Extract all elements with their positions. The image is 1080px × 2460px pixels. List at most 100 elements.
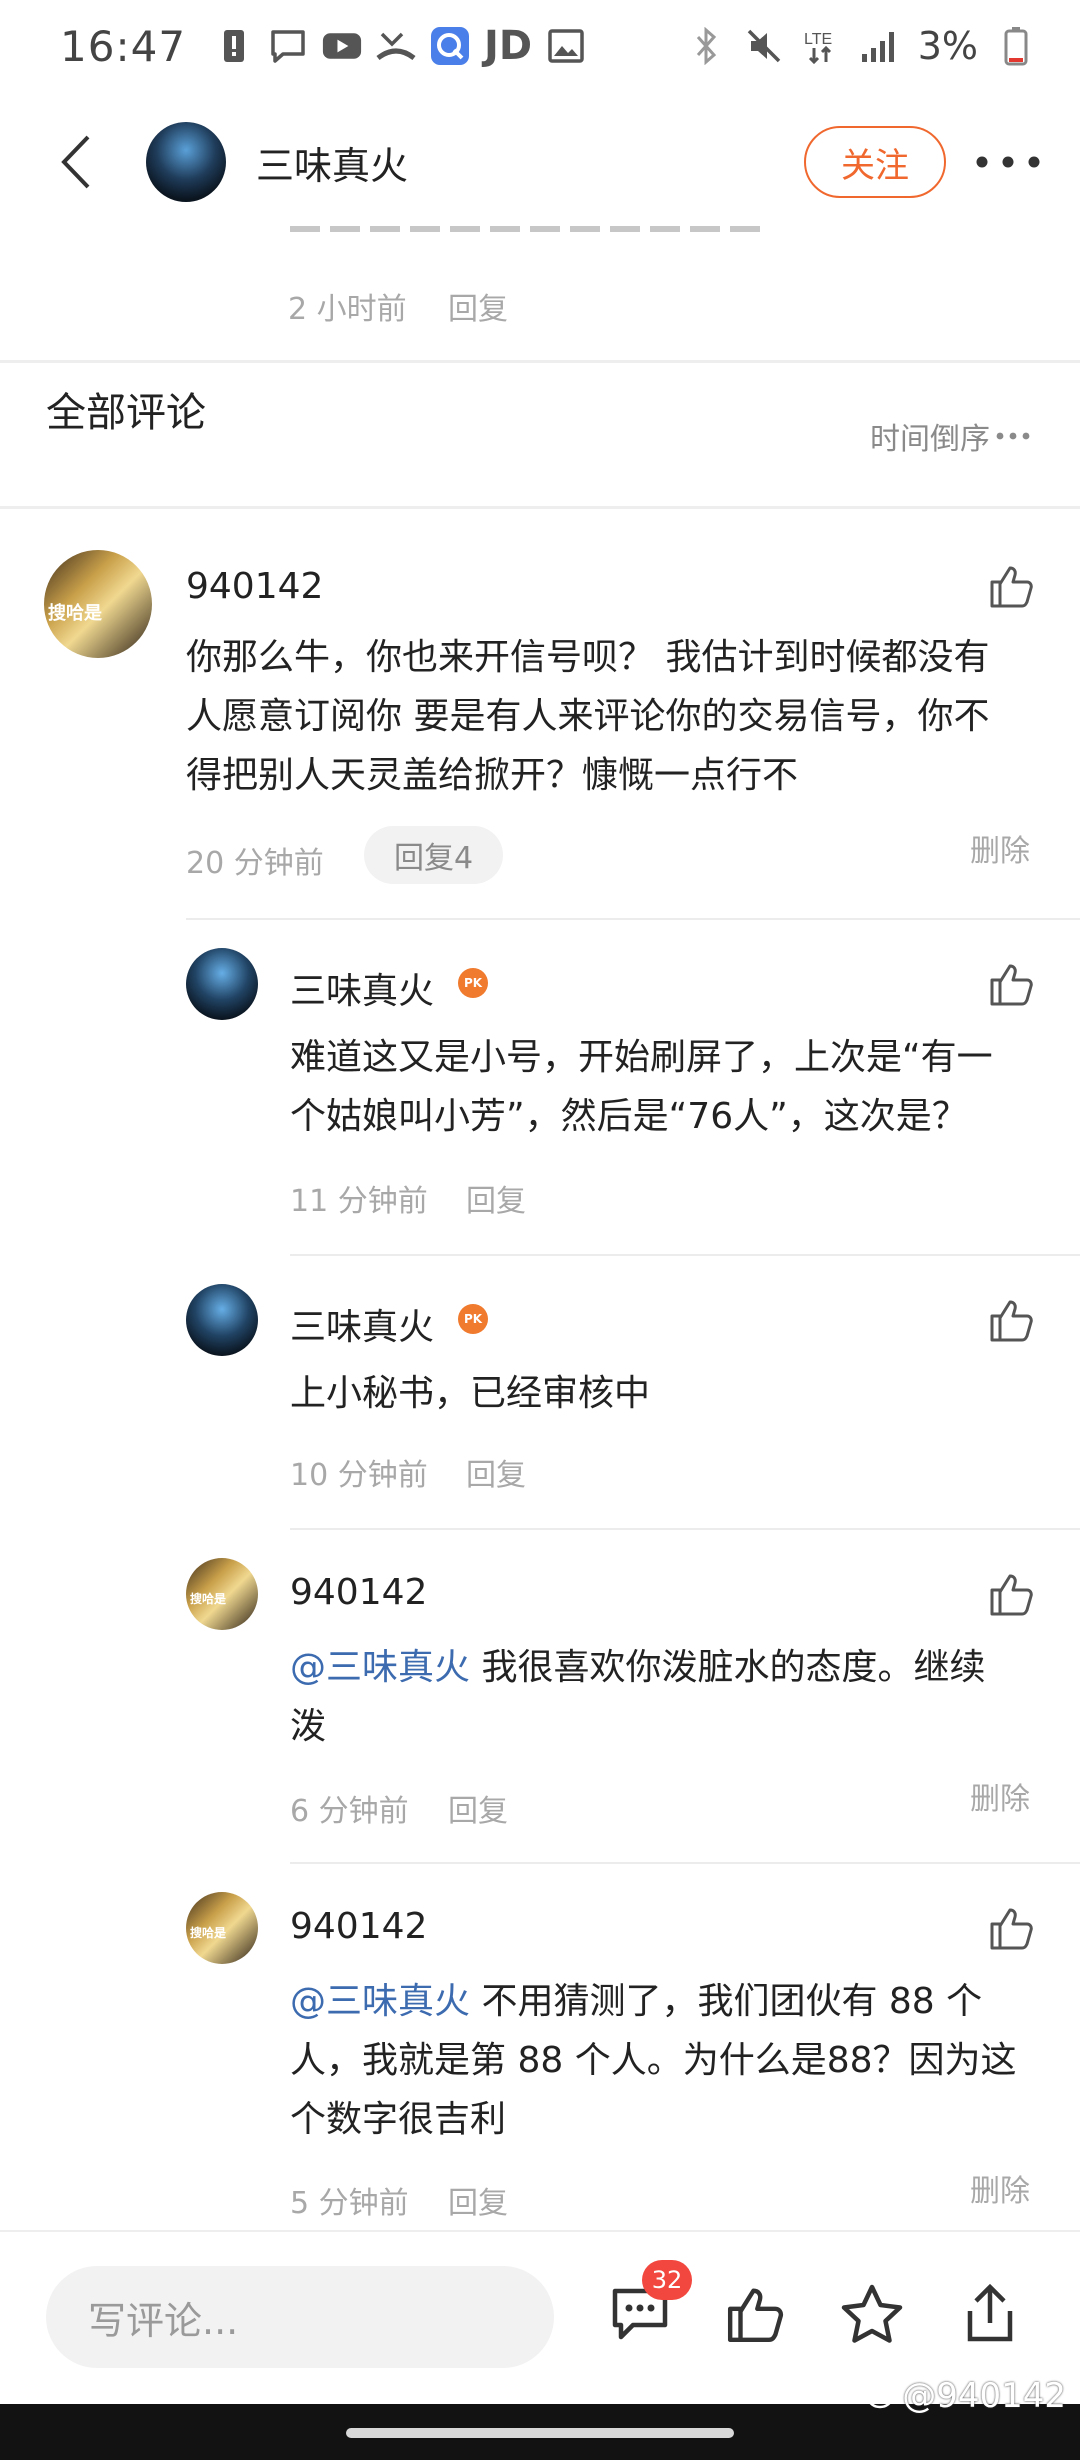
sort-label: 时间倒序	[870, 422, 990, 457]
comment-time: 11 分钟前	[290, 1184, 428, 1219]
app-q-icon	[430, 26, 470, 66]
top-header: 三味真火 关注	[0, 92, 1080, 232]
more-button[interactable]	[968, 126, 1048, 198]
comment-text-line: 泼	[290, 1706, 327, 1747]
comment-text-line: 难道这又是小号，开始刷屏了，上次是“有一	[290, 1037, 993, 1078]
favorite-button[interactable]	[838, 2280, 906, 2348]
mention-link[interactable]: @三味真火	[290, 1647, 470, 1688]
sort-toggle[interactable]: 时间倒序	[870, 414, 1030, 458]
bluetooth-icon	[686, 26, 726, 66]
divider	[290, 1862, 1080, 1864]
comment-username[interactable]: 940142	[290, 1906, 427, 1947]
like-icon[interactable]	[988, 1296, 1036, 1344]
divider	[186, 918, 1080, 920]
prev-comment-reply[interactable]: 回复	[448, 284, 508, 328]
battery-icon	[996, 26, 1036, 66]
pk-badge-icon: PK	[458, 968, 488, 998]
clock: 16:47	[60, 21, 187, 71]
comment-text: @三味真火 不用猜测了，我们团伙有 88 个 人，我就是第 88 个人。为什么是…	[290, 1972, 1017, 2149]
comment-username[interactable]: 三味真火	[290, 962, 434, 1014]
watermark: @940142	[866, 2376, 1066, 2416]
divider	[290, 1528, 1080, 1530]
follow-button[interactable]: 关注	[804, 126, 946, 198]
reply-button[interactable]: 回复	[448, 2178, 508, 2222]
weibo-logo-icon	[867, 2389, 893, 2409]
avatar[interactable]: 搜哈是	[44, 550, 152, 658]
avatar[interactable]	[186, 948, 258, 1020]
comment-text: @三味真火 我很喜欢你泼脏水的态度。继续 泼	[290, 1638, 985, 1756]
youtube-icon	[322, 26, 362, 66]
comment-time: 20 分钟前	[186, 846, 324, 881]
missed-call-icon	[376, 26, 416, 66]
clipped-previous-text	[290, 226, 770, 244]
reply-button[interactable]: 回复	[466, 1450, 526, 1494]
avatar-caption: 搜哈是	[48, 602, 102, 624]
like-icon[interactable]	[988, 960, 1036, 1008]
delete-button[interactable]: 删除	[970, 1774, 1030, 1818]
like-icon[interactable]	[988, 562, 1036, 610]
avatar-caption: 搜哈是	[190, 1926, 227, 1941]
avatar[interactable]: 搜哈是	[186, 1558, 258, 1630]
thumbs-up-icon	[727, 2288, 784, 2343]
avatar[interactable]: 搜哈是	[186, 1892, 258, 1964]
comment-text-line: 人，我就是第 88 个人。为什么是88？因为这	[290, 2040, 1017, 2081]
comment-text-line: 得把别人天灵盖给掀开？慷慨一点行不	[186, 755, 799, 796]
back-button[interactable]	[36, 122, 116, 202]
divider	[290, 1254, 1080, 1256]
comment-text-line: 不用猜测了，我们团伙有 88 个	[470, 1981, 983, 2022]
message-icon	[268, 26, 308, 66]
star-icon	[841, 2284, 903, 2343]
delete-button[interactable]: 删除	[970, 826, 1030, 870]
pk-badge-icon: PK	[458, 1304, 488, 1334]
comment-username[interactable]: 三味真火	[290, 1298, 434, 1350]
comment-text: 上小秘书，已经审核中	[290, 1364, 650, 1423]
status-bar: 16:47 JD LTE 3%	[0, 0, 1080, 92]
like-icon[interactable]	[988, 1570, 1036, 1618]
home-indicator[interactable]	[346, 2428, 734, 2438]
like-post-button[interactable]	[722, 2280, 790, 2348]
comment-text-line: 个数字很吉利	[290, 2099, 507, 2140]
comment-count-badge: 32	[642, 2260, 692, 2300]
comment-time: 6 分钟前	[290, 1794, 409, 1829]
svg-text:LTE: LTE	[804, 31, 832, 48]
section-title: 全部评论	[46, 390, 206, 436]
divider	[0, 360, 1080, 363]
mute-icon	[744, 26, 784, 66]
comment-text-line: 人愿意订阅你 要是有人来评论你的交易信号，你不	[186, 696, 990, 737]
avatar[interactable]	[186, 1284, 258, 1356]
comment-username[interactable]: 940142	[290, 1572, 427, 1613]
comment-text: 你那么牛，你也来开信号呗？ 我估计到时候都没有 人愿意订阅你 要是有人来评论你的…	[186, 628, 989, 805]
comment-text-line: 个姑娘叫小芳”，然后是“76人”，这次是？	[290, 1096, 968, 1137]
sort-more-icon	[996, 432, 1030, 440]
more-dots-icon	[976, 156, 1040, 168]
avatar-caption: 搜哈是	[190, 1592, 227, 1607]
mention-link[interactable]: @三味真火	[290, 1981, 470, 2022]
comment-time: 5 分钟前	[290, 2186, 409, 2221]
alert-icon	[214, 26, 254, 66]
jd-icon: JD	[484, 23, 533, 69]
comment-text-line: 上小秘书，已经审核中	[290, 1373, 651, 1414]
battery-percent: 3%	[917, 24, 978, 68]
lte-icon: LTE	[802, 26, 842, 66]
back-arrow-icon	[61, 135, 90, 189]
reply-button[interactable]: 回复	[466, 1176, 526, 1220]
comment-text: 难道这又是小号，开始刷屏了，上次是“有一 个姑娘叫小芳”，然后是“76人”，这次…	[290, 1028, 993, 1146]
watermark-text: @940142	[902, 2376, 1066, 2416]
comment-text-line: 你那么牛，你也来开信号呗？ 我估计到时候都没有	[186, 637, 990, 678]
reply-count-button[interactable]: 回复4	[364, 826, 504, 884]
reply-button[interactable]: 回复	[448, 1786, 508, 1830]
author-name[interactable]: 三味真火	[256, 135, 408, 190]
like-icon[interactable]	[988, 1904, 1036, 1952]
comment-input[interactable]: 写评论...	[46, 2266, 554, 2368]
share-icon	[967, 2283, 1013, 2342]
share-button[interactable]	[956, 2280, 1024, 2348]
prev-comment-time: 2 小时前	[288, 292, 407, 327]
image-icon	[546, 26, 586, 66]
author-avatar[interactable]	[146, 122, 226, 202]
delete-button[interactable]: 删除	[970, 2166, 1030, 2210]
comments-button[interactable]: 32	[606, 2260, 692, 2348]
comment-username[interactable]: 940142	[186, 566, 323, 607]
comment-time: 10 分钟前	[290, 1458, 428, 1493]
divider	[0, 506, 1080, 509]
comment-text-line: 我很喜欢你泼脏水的态度。继续	[470, 1647, 986, 1688]
